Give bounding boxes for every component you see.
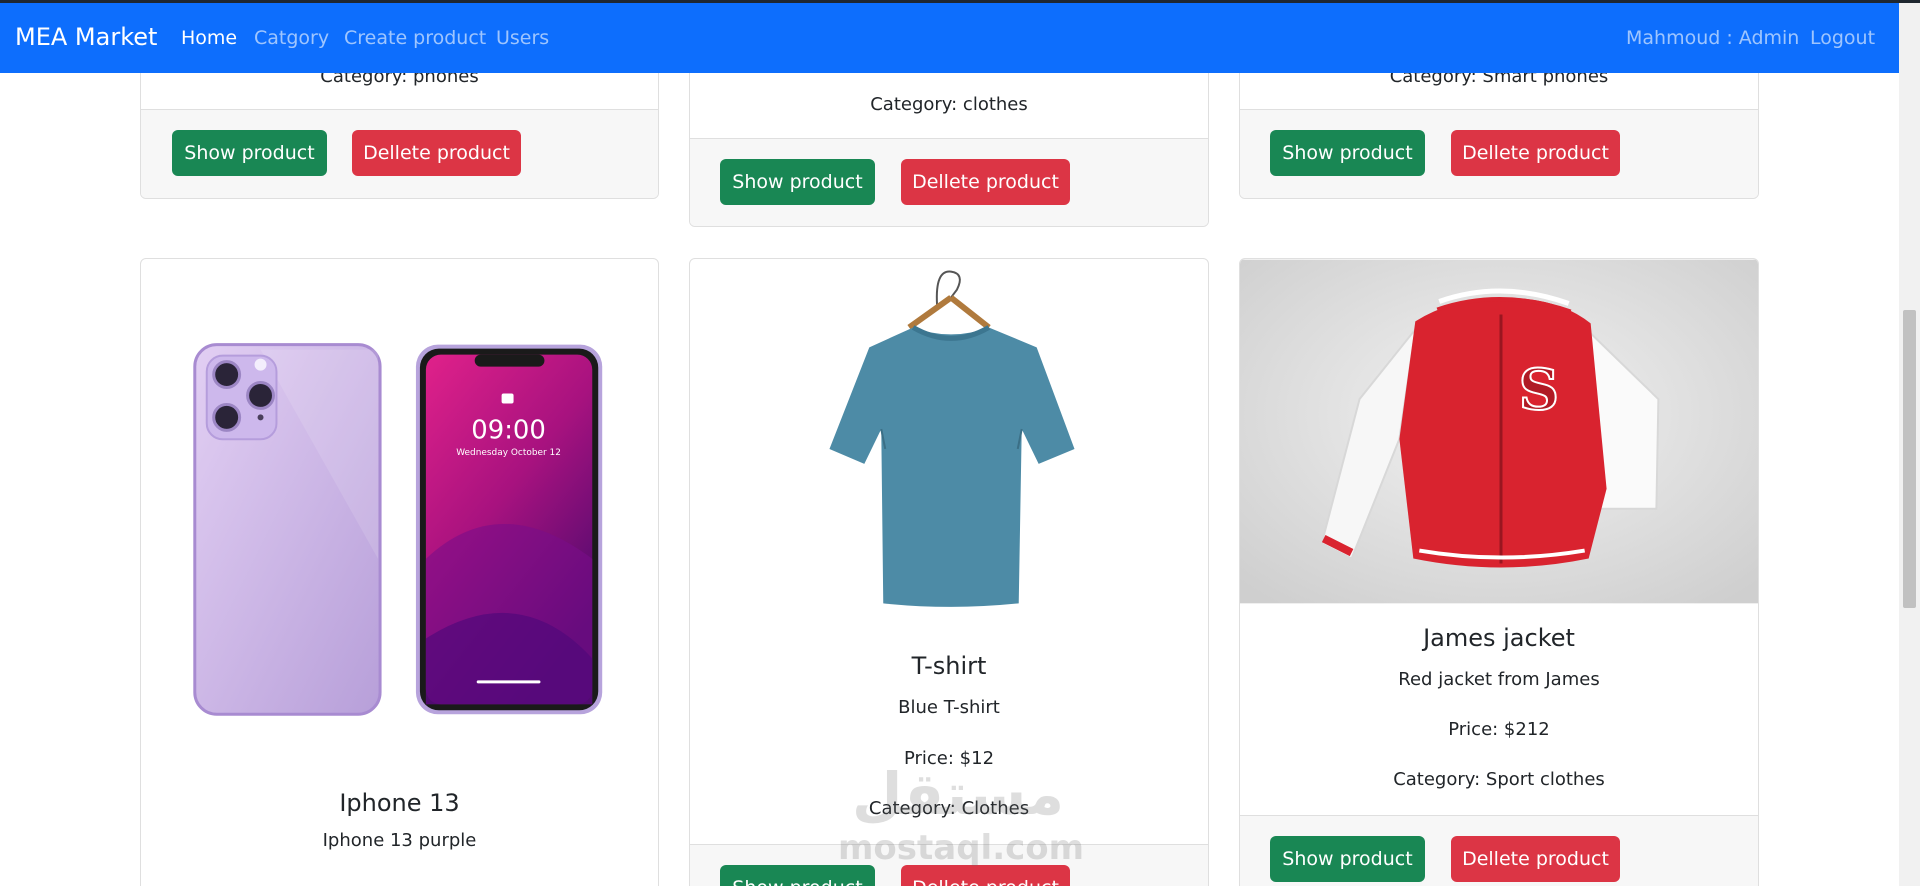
show-product-button[interactable]: Show product <box>720 159 875 205</box>
show-product-button[interactable]: Show product <box>1270 130 1425 176</box>
svg-text:09:00: 09:00 <box>471 415 546 445</box>
product-card-tshirt: T-shirt Blue T-shirt Price: $12 Category… <box>689 258 1209 886</box>
nav-link-home[interactable]: Home <box>181 27 237 49</box>
product-category: Category: Clothes <box>868 798 1030 819</box>
vertical-scrollbar[interactable] <box>1899 0 1920 886</box>
product-title: T-shirt <box>911 652 987 680</box>
product-category: Category: Sport clothes <box>1393 769 1605 790</box>
card-footer: Show product Dellete product <box>690 844 1208 886</box>
product-description: Blue T-shirt <box>898 697 1000 718</box>
product-title: James jacket <box>1423 624 1575 652</box>
nav-link-users[interactable]: Users <box>496 27 549 49</box>
product-price: Price: $212 <box>1448 719 1550 740</box>
navbar: MEA Market Home Catgory Create product U… <box>0 3 1899 73</box>
nav-link-catgory[interactable]: Catgory <box>254 27 329 49</box>
jacket-image: S <box>1240 259 1758 604</box>
current-user-link[interactable]: Mahmoud : Admin <box>1626 27 1799 49</box>
product-description: Iphone 13 purple <box>322 830 477 851</box>
product-price: Price: $12 <box>903 748 995 769</box>
product-card-jacket: S James jacket Red jacket from James Pri… <box>1239 258 1759 886</box>
card-footer: Show product Dellete product <box>1240 815 1758 886</box>
card-footer: Show product Dellete product <box>690 138 1208 226</box>
svg-text:S: S <box>1519 358 1559 423</box>
show-product-button[interactable]: Show product <box>172 130 327 176</box>
show-product-button[interactable]: Show product <box>1270 836 1425 882</box>
logout-link[interactable]: Logout <box>1810 27 1875 49</box>
product-category: Category: clothes <box>870 94 1028 115</box>
delete-product-button[interactable]: Dellete product <box>1451 836 1620 882</box>
tshirt-image <box>829 270 1075 607</box>
delete-product-button[interactable]: Dellete product <box>352 130 521 176</box>
page-viewport: MEA Market Home Catgory Create product U… <box>0 0 1920 886</box>
delete-product-button[interactable]: Dellete product <box>901 159 1070 205</box>
delete-product-button[interactable]: Dellete product <box>1451 130 1620 176</box>
scrollbar-thumb[interactable] <box>1903 310 1916 608</box>
nav-link-create-product[interactable]: Create product <box>344 27 486 49</box>
card-footer: Show product Dellete product <box>1240 109 1758 198</box>
iphone-image: 09:00 Wednesday October 12 <box>193 343 603 716</box>
card-footer: Show product Dellete product <box>141 109 658 198</box>
product-description: Red jacket from James <box>1398 669 1600 690</box>
svg-text:Wednesday October 12: Wednesday October 12 <box>456 448 561 458</box>
product-title: Iphone 13 <box>339 789 460 817</box>
product-card-iphone: 09:00 Wednesday October 12 Iphone 13 Iph… <box>140 258 659 886</box>
brand-link[interactable]: MEA Market <box>15 23 157 51</box>
show-product-button[interactable]: Show product <box>720 865 875 886</box>
delete-product-button[interactable]: Dellete product <box>901 865 1070 886</box>
browser-top-edge <box>0 0 1920 3</box>
